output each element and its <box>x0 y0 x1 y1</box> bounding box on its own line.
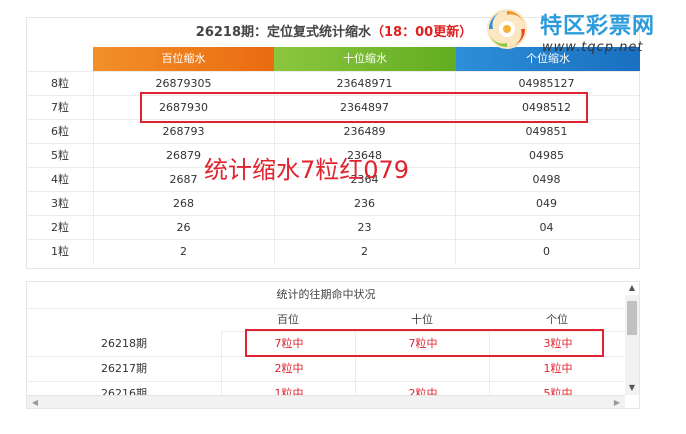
row-label: 7粒 <box>27 96 94 120</box>
column-header-hundreds: 百位缩水 <box>93 47 274 71</box>
cell-hundreds: 26 <box>93 216 275 240</box>
row-label: 3粒 <box>27 192 94 216</box>
cell-hundreds: 268793 <box>93 120 275 144</box>
row-label: 2粒 <box>27 216 94 240</box>
history-row: 26217期 2粒中 1粒中 <box>27 357 625 382</box>
cell-units: 04985 <box>529 149 564 162</box>
table-row: 3粒 268 236 049 <box>27 191 639 216</box>
scroll-thumb[interactable] <box>627 301 637 335</box>
row-label: 5粒 <box>27 144 94 168</box>
cell-units: 0498 <box>532 173 561 186</box>
swirl-logo-icon <box>487 9 527 49</box>
highlight-box-7 <box>140 92 588 123</box>
scroll-up-arrow-icon[interactable]: ▲ <box>625 283 639 293</box>
history-period: 26218期 <box>101 337 147 350</box>
row-label: 4粒 <box>27 168 94 192</box>
row-label: 1粒 <box>27 240 94 264</box>
cell-hundreds: 2 <box>93 240 275 264</box>
table-row: 2粒 26 23 04 <box>27 215 639 240</box>
history-hit-tens <box>355 357 490 381</box>
cell-units: 049851 <box>525 125 568 138</box>
cell-hundreds: 268 <box>93 192 275 216</box>
title-main: 26218期：定位复式统计缩水 <box>195 25 372 40</box>
brand-url: www.tqcp.net <box>542 40 644 55</box>
vertical-scrollbar[interactable]: ▲ ▼ <box>625 283 639 395</box>
history-hit-units: 1粒中 <box>489 357 626 381</box>
title-update-time: （18：00更新） <box>371 25 473 40</box>
table-row: 1粒 2 2 0 <box>27 239 639 264</box>
brand-name: 特区彩票网 <box>540 14 656 39</box>
history-period: 26217期 <box>101 362 147 375</box>
cell-tens: 236 <box>274 192 456 216</box>
cell-units: 049 <box>536 197 557 210</box>
cell-tens: 236489 <box>274 120 456 144</box>
scroll-down-arrow-icon[interactable]: ▼ <box>625 383 639 393</box>
cell-tens: 2 <box>274 240 456 264</box>
row-label: 6粒 <box>27 120 94 144</box>
row-label: 8粒 <box>27 72 94 96</box>
history-hit-hundreds: 2粒中 <box>221 357 356 381</box>
history-title: 统计的往期命中状况 <box>27 282 625 309</box>
site-logo: 特区彩票网 www.tqcp.net <box>478 4 686 60</box>
cell-tens: 23 <box>274 216 456 240</box>
cell-units: 0 <box>543 245 550 258</box>
horizontal-scrollbar[interactable]: ◀ ▶ <box>27 395 625 408</box>
scroll-left-arrow-icon[interactable]: ◀ <box>29 396 41 408</box>
annotation-text: 统计缩水7粒红079 <box>204 156 410 184</box>
column-header-tens: 十位缩水 <box>274 47 456 71</box>
highlight-box-history <box>245 329 604 357</box>
cell-units: 04 <box>539 221 554 234</box>
scroll-right-arrow-icon[interactable]: ▶ <box>611 396 623 408</box>
